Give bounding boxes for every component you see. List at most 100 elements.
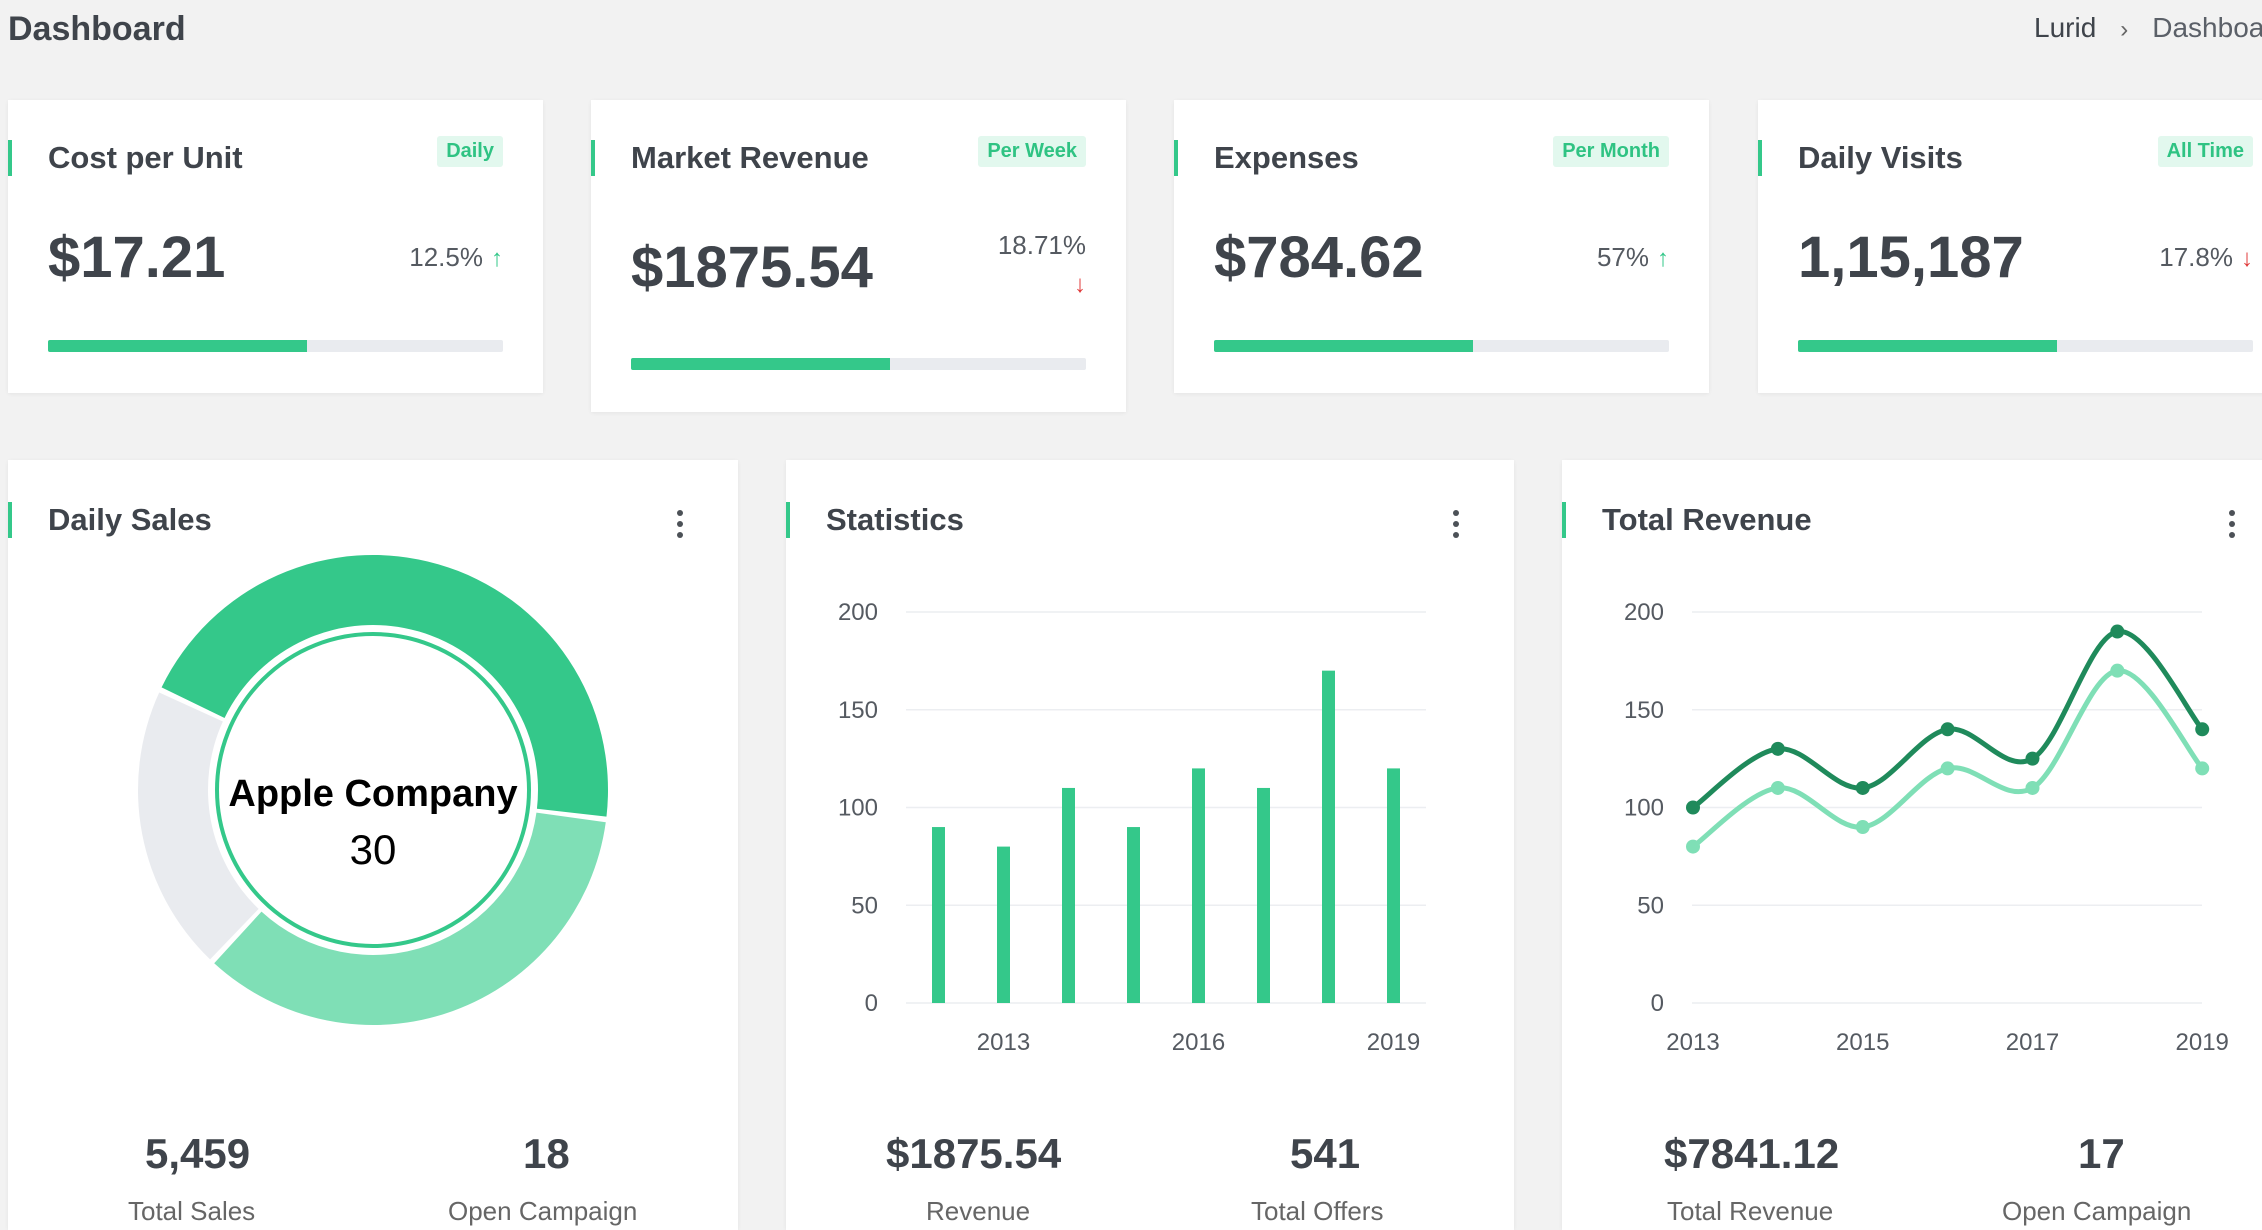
card-title: Cost per Unit [48, 140, 243, 175]
bar [932, 827, 945, 1003]
y-tick-label: 100 [838, 795, 878, 822]
x-tick-label: 2016 [1172, 1029, 1225, 1056]
change-value: 12.5% [409, 242, 483, 272]
breadcrumb-link-home[interactable]: Lurid [2034, 12, 2096, 43]
data-point [1770, 780, 1785, 795]
period-badge: Daily [437, 136, 503, 167]
bar [1322, 670, 1335, 1003]
stat-card-expenses: Expenses Per Month $784.62 57% ↑ [1174, 100, 1709, 393]
x-tick-label: 2017 [2006, 1029, 2059, 1056]
bar [1257, 787, 1270, 1003]
progress-fill [1798, 340, 2058, 352]
y-tick-label: 200 [838, 599, 878, 626]
card-accent-bar [1758, 140, 1762, 176]
total-revenue-card: Total Revenue 0 50 100 150 200 2013 2015 2017 20… [1562, 460, 2262, 1230]
card-accent-bar [591, 140, 595, 176]
progress-fill [1214, 340, 1474, 352]
arrow-down-icon: ↓ [1074, 271, 1086, 298]
breadcrumb: Lurid › Dashboard [2034, 12, 2262, 44]
x-tick-label: 2013 [1666, 1029, 1719, 1056]
total-sales-value: 5,459 [145, 1130, 251, 1177]
data-point [2025, 780, 2040, 795]
y-tick-label: 0 [1651, 990, 1664, 1017]
page-title: Dashboard [8, 10, 186, 48]
card-accent-bar [8, 140, 12, 176]
progress-bar [631, 358, 1086, 370]
data-point [2195, 761, 2210, 776]
data-point [2110, 663, 2125, 678]
metric-value: $784.62 [1214, 225, 1424, 290]
metric-value: $17.21 [48, 225, 226, 290]
data-point [1686, 839, 1700, 854]
total-revenue-value: $7841.12 [1664, 1130, 1840, 1177]
change-value: 17.8% [2159, 242, 2233, 272]
y-tick-label: 50 [851, 892, 878, 919]
data-point [1940, 761, 1955, 776]
y-tick-label: 150 [838, 697, 878, 724]
total-revenue-line-chart: 0 50 100 150 200 2013 2015 2017 2019 [1624, 599, 2229, 1056]
metric-value: $1875.54 [631, 235, 873, 300]
progress-bar [1798, 340, 2253, 352]
period-badge: Per Week [978, 136, 1086, 167]
x-tick-label: 2019 [2176, 1029, 2229, 1056]
daily-sales-donut-chart: Apple Company 30 [137, 555, 609, 1025]
progress-fill [48, 340, 308, 352]
card-title: Market Revenue [631, 140, 869, 175]
card-title: Expenses [1214, 140, 1359, 175]
y-tick-label: 50 [1637, 892, 1664, 919]
y-tick-label: 0 [865, 990, 878, 1017]
change-percent: 18.71% ↓ [998, 230, 1086, 299]
data-point [1940, 722, 1955, 737]
data-point [2025, 751, 2040, 766]
data-point [2195, 722, 2210, 737]
arrow-up-icon: ↑ [491, 245, 503, 272]
data-point [2110, 624, 2125, 639]
change-value: 18.71% [997, 230, 1086, 260]
daily-sales-card: Daily Sales Apple Company 30 5,459 Total… [8, 460, 738, 1230]
donut-center-label: Apple Company [228, 773, 517, 815]
x-tick-label: 2019 [1367, 1029, 1420, 1056]
open-campaign-value: 18 [523, 1130, 570, 1177]
x-tick-label: 2015 [1836, 1029, 1889, 1056]
y-tick-label: 100 [1624, 795, 1664, 822]
bar [1062, 787, 1075, 1003]
revenue-value: $1875.54 [886, 1130, 1062, 1177]
change-percent: 12.5% ↑ [409, 242, 503, 273]
bar [1192, 768, 1205, 1003]
data-point [1855, 820, 1870, 835]
period-badge: Per Month [1553, 136, 1669, 167]
stat-card-daily-visits: Daily Visits All Time 1,15,187 17.8% ↓ [1758, 100, 2262, 393]
period-badge: All Time [2157, 136, 2253, 167]
x-tick-label: 2013 [977, 1029, 1030, 1056]
series-line [1691, 629, 2205, 810]
card-title: Daily Visits [1798, 140, 1963, 175]
series-line [1691, 668, 2205, 849]
y-tick-label: 150 [1624, 697, 1664, 724]
total-offers-value: 541 [1290, 1130, 1361, 1177]
progress-bar [48, 340, 503, 352]
bar [1387, 768, 1400, 1003]
statistics-bar-chart: 0 50 100 150 200 2013 2016 2019 [838, 599, 1426, 1056]
y-tick-label: 200 [1624, 599, 1664, 626]
data-point [1770, 741, 1785, 756]
open-campaign-value: 17 [2078, 1130, 2125, 1177]
stat-card-market-revenue: Market Revenue Per Week $1875.54 18.71% ↓ [591, 100, 1126, 412]
change-value: 57% [1596, 242, 1649, 272]
card-accent-bar [1174, 140, 1178, 176]
stat-card-cost-per-unit: Cost per Unit Daily $17.21 12.5% ↑ [8, 100, 543, 393]
progress-fill [631, 358, 891, 370]
bar [1127, 827, 1140, 1003]
statistics-card: Statistics 0 50 100 150 200 2013 2016 2019 $187… [786, 460, 1514, 1230]
arrow-up-icon: ↑ [1657, 245, 1669, 272]
breadcrumb-current: Dashboard [2152, 12, 2262, 43]
data-point [1855, 780, 1870, 795]
metric-value: 1,15,187 [1798, 225, 2024, 290]
donut-center-value: 30 [350, 826, 397, 873]
data-point [1686, 800, 1700, 815]
change-percent: 17.8% ↓ [2159, 242, 2253, 273]
chevron-right-icon: › [2120, 16, 2129, 43]
change-percent: 57% ↑ [1597, 242, 1669, 273]
bar [997, 846, 1010, 1003]
progress-bar [1214, 340, 1669, 352]
arrow-down-icon: ↓ [2241, 245, 2253, 272]
